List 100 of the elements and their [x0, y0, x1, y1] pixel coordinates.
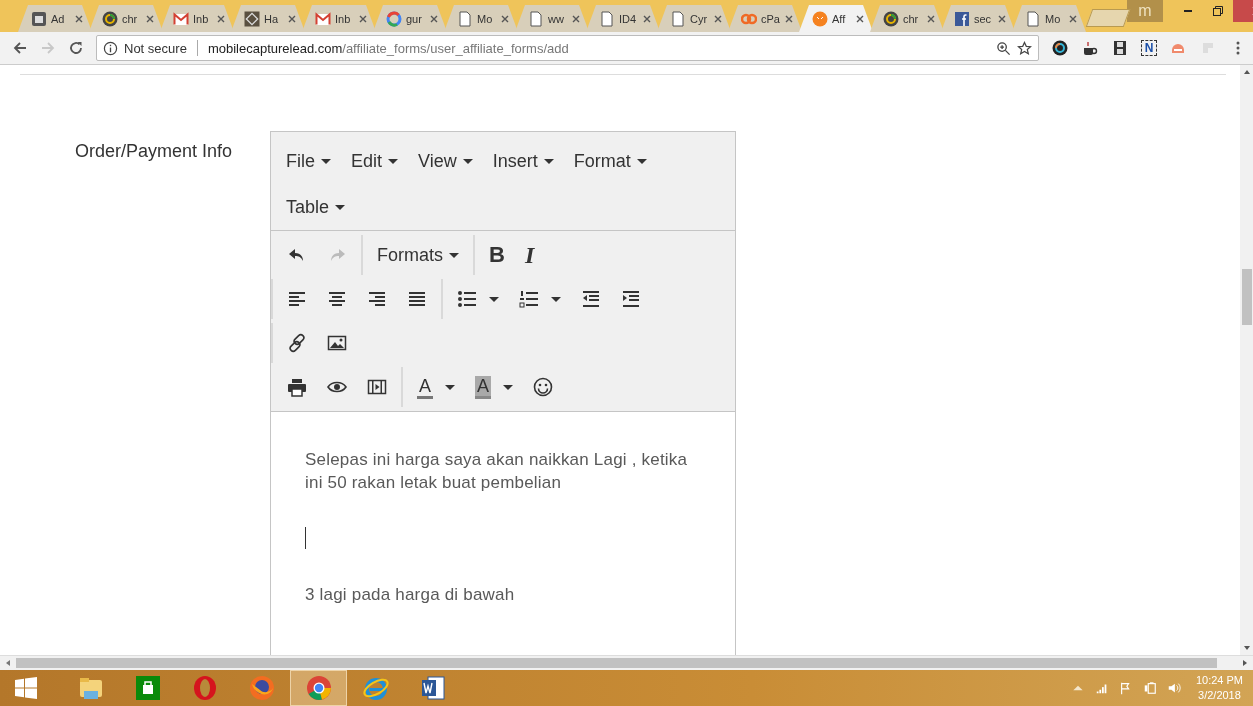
horizontal-scrollbar[interactable]	[0, 655, 1253, 670]
text-cursor	[305, 527, 306, 549]
color-wheel-icon[interactable]	[1052, 40, 1068, 56]
page-icon	[457, 10, 473, 27]
browser-tab[interactable]: Ha	[231, 5, 305, 32]
page-icon	[1025, 10, 1041, 27]
menu-item[interactable]: Edit	[341, 138, 409, 184]
caret-icon[interactable]	[503, 384, 514, 390]
cup-icon[interactable]	[1082, 40, 1098, 56]
google-icon	[386, 10, 402, 27]
film-icon	[367, 377, 387, 397]
bold-button[interactable]: B	[479, 239, 515, 271]
browser-tab[interactable]: ID4	[586, 5, 660, 32]
window-icon	[31, 10, 47, 27]
formats-button[interactable]: Formats	[367, 239, 469, 271]
menu-item[interactable]: View	[408, 138, 483, 184]
caret-icon[interactable]	[445, 384, 455, 390]
close-icon[interactable]	[713, 13, 723, 24]
editor-paragraph: 3 lagi pada harga di bawah	[305, 584, 516, 606]
page-icon	[528, 10, 544, 27]
browser-tab[interactable]: Mo	[444, 5, 518, 32]
close-icon[interactable]	[74, 13, 84, 24]
close-icon[interactable]	[926, 13, 936, 24]
restore-icon	[1212, 5, 1224, 17]
align-justify-icon	[407, 289, 427, 309]
scroll-up-icon[interactable]	[1242, 68, 1251, 76]
browser-tab[interactable]: Inb	[160, 5, 234, 32]
menu-item[interactable]: Table	[276, 184, 356, 230]
browser-tab[interactable]: Cyr	[657, 5, 731, 32]
menu-item[interactable]: Format	[563, 138, 657, 184]
clock-time: 10:24 PM	[1195, 673, 1243, 688]
browser-tab[interactable]: Mo	[1012, 5, 1086, 32]
close-icon[interactable]	[855, 13, 865, 24]
close-icon[interactable]	[287, 13, 297, 24]
chrome-taskbar-button[interactable]	[290, 670, 347, 706]
film-icon[interactable]	[1112, 40, 1128, 56]
browser-tab[interactable]: Inb	[302, 5, 376, 32]
envelope-icon	[173, 10, 189, 27]
star-icon[interactable]	[1017, 40, 1032, 56]
address-bar[interactable]: Not secure mobilecapturelead.com/affiliate_forms/user_affiliate_forms/add	[96, 35, 1039, 61]
italic-button[interactable]: I	[514, 239, 545, 271]
smiley-icon	[533, 377, 554, 397]
caret-icon[interactable]	[489, 296, 499, 302]
color-wheel-icon	[102, 10, 118, 27]
firefox-icon	[247, 674, 276, 702]
indent-icon	[621, 289, 641, 309]
scroll-thumb[interactable]	[1241, 269, 1252, 325]
close-icon[interactable]	[997, 13, 1007, 24]
browser-tab[interactable]: chr	[870, 5, 944, 32]
back-icon[interactable]	[12, 40, 28, 56]
browser-tab[interactable]: sec	[941, 5, 1015, 32]
info-icon	[103, 40, 118, 56]
close-icon[interactable]	[358, 13, 368, 24]
printer-icon	[287, 377, 307, 397]
browser-tab[interactable]: chr	[89, 5, 163, 32]
close-icon[interactable]	[1068, 13, 1078, 24]
scroll-left-icon[interactable]	[4, 659, 12, 667]
field-label: Order/Payment Info	[75, 140, 234, 163]
browser-tab[interactable]: gur	[373, 5, 447, 32]
align-right-icon	[367, 289, 387, 309]
link-icon	[287, 333, 307, 353]
menu-item[interactable]: File	[276, 138, 341, 184]
n-extension-icon[interactable]: N	[1141, 40, 1157, 56]
scroll-right-icon[interactable]	[1241, 659, 1249, 667]
bullet-list-icon	[457, 289, 477, 309]
close-icon[interactable]	[571, 13, 581, 24]
shopping-bag-icon	[133, 674, 162, 702]
align-center-icon	[327, 289, 347, 309]
outdent-icon	[581, 289, 601, 309]
chrome-icon	[304, 674, 333, 702]
vertical-scrollbar[interactable]	[1240, 65, 1253, 655]
image-icon	[327, 333, 347, 353]
page-icon	[670, 10, 686, 27]
numbered-list-icon	[519, 289, 539, 309]
start-icon[interactable]	[14, 676, 38, 700]
reload-icon[interactable]	[68, 40, 84, 56]
browser-tab[interactable]: Aff	[799, 5, 873, 32]
close-icon[interactable]	[784, 13, 794, 24]
url-host: mobilecapturelead.com	[207, 40, 343, 56]
menu-item[interactable]: Insert	[482, 138, 564, 184]
browser-tab[interactable]: cPa	[728, 5, 802, 32]
close-icon[interactable]	[216, 13, 226, 24]
minimize-icon	[1184, 10, 1192, 12]
url-path: /affiliate_forms/user_affiliate_forms/add	[342, 40, 569, 56]
backcolor-button[interactable]: A	[465, 371, 524, 403]
close-icon[interactable]	[500, 13, 510, 24]
close-icon[interactable]	[642, 13, 652, 24]
clock-date: 3/2/2018	[1198, 688, 1241, 703]
caret-icon[interactable]	[551, 296, 561, 302]
envelope-icon	[315, 10, 331, 27]
browser-tab[interactable]: Ad	[18, 5, 92, 32]
align-left-icon	[287, 289, 307, 309]
scroll-down-icon[interactable]	[1242, 644, 1251, 652]
security-label: Not secure	[124, 40, 187, 56]
forecolor-button[interactable]: A	[407, 371, 465, 403]
zoom-icon[interactable]	[996, 40, 1011, 56]
close-icon[interactable]	[145, 13, 155, 24]
close-icon[interactable]	[429, 13, 439, 24]
facebook-icon	[954, 10, 970, 27]
browser-tab[interactable]: ww	[515, 5, 589, 32]
